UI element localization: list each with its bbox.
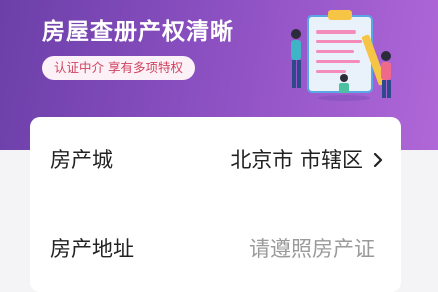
chevron-right-icon[interactable] (371, 152, 385, 168)
banner-title: 房屋查册产权清晰 (42, 18, 234, 45)
city-label: 房产城 (50, 148, 113, 172)
address-input[interactable]: 请遵照房产证 (249, 224, 375, 274)
property-form-card: 房产城 北京市 市辖区 房产地址 请遵照房产证 (30, 117, 401, 292)
banner-subtitle-badge: 认证中介 享有多项特权 (42, 56, 195, 80)
clipboard-people-illustration-icon (291, 10, 391, 101)
city-row[interactable]: 房产城 北京市 市辖区 (30, 135, 401, 185)
address-row[interactable]: 房产地址 请遵照房产证 (30, 224, 401, 274)
city-value[interactable]: 北京市 市辖区 (230, 135, 363, 185)
address-label: 房产地址 (50, 237, 134, 261)
